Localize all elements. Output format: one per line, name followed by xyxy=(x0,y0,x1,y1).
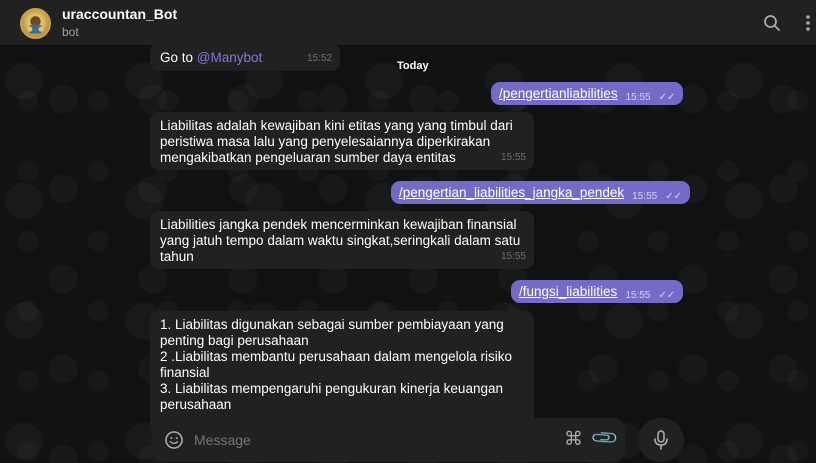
command-link[interactable]: /pengertianliabilities xyxy=(499,86,618,101)
message-time: 15:55 xyxy=(625,92,651,103)
message-input[interactable] xyxy=(194,429,534,451)
message-line: 1. Liabilitas digunakan sebagai sumber p… xyxy=(160,317,504,332)
date-separator: Today xyxy=(397,60,429,72)
incoming-message: Liabilities jangka pendek mencerminkan k… xyxy=(150,211,534,269)
message-line: yang jatuh tempo dalam waktu singkat,ser… xyxy=(160,233,521,248)
microphone-button[interactable] xyxy=(638,418,684,462)
message-line: Liabilitas adalah kewajiban kini etitas … xyxy=(160,118,513,133)
double-check-icon: ✓✓ xyxy=(658,290,676,301)
message-line: perusahaan xyxy=(160,397,232,412)
message-time: 15:52 xyxy=(306,53,332,64)
message-time: 15:55 xyxy=(632,191,658,202)
outgoing-message: /pengertian_liabilities_jangka_pendek 15:… xyxy=(391,181,690,204)
more-vertical-icon[interactable] xyxy=(800,13,816,33)
message-line: mengakibatkan pengeluaran sumber daya en… xyxy=(160,150,456,165)
double-check-icon: ✓✓ xyxy=(658,92,676,103)
outgoing-message: /fungsi_liabilities 15:55 ✓✓ xyxy=(511,280,684,303)
message-line: tahun xyxy=(160,249,194,264)
message-line: penting bagi perusahaan xyxy=(160,333,309,348)
message-time: 15:55 xyxy=(625,290,651,301)
chat-status: bot xyxy=(62,25,79,39)
command-icon[interactable]: ⌘ xyxy=(564,428,583,450)
message-time: 15:55 xyxy=(500,152,526,163)
bot-avatar[interactable] xyxy=(20,8,51,39)
emoji-icon[interactable] xyxy=(164,430,184,450)
message-line: 3. Liabilitas mempengaruhi pengukuran ki… xyxy=(160,381,503,396)
search-icon[interactable] xyxy=(762,13,782,33)
message-line: 2 .Liabilitas membantu perusahaan dalam … xyxy=(160,349,512,364)
message-list[interactable]: Go to @Manybot 15:52 Today /pengertianli… xyxy=(0,45,816,463)
manybot-link[interactable]: @Manybot xyxy=(197,50,262,65)
message-line: Liabilities jangka pendek mencerminkan k… xyxy=(160,217,517,232)
incoming-message: Go to @Manybot 15:52 xyxy=(150,45,340,71)
microphone-icon xyxy=(654,430,668,450)
message-time: 15:55 xyxy=(500,251,526,262)
chat-title[interactable]: uraccountan_Bot xyxy=(62,6,177,22)
command-link[interactable]: /fungsi_liabilities xyxy=(519,284,617,299)
command-link[interactable]: /pengertian_liabilities_jangka_pendek xyxy=(399,185,624,200)
message-line: peristiwa masa lalu yang penyelesaiannya… xyxy=(160,134,491,149)
attach-icon[interactable]: 📎 xyxy=(590,423,621,454)
outgoing-message: /pengertianliabilities 15:55 ✓✓ xyxy=(491,82,684,105)
avatar-illustration-icon xyxy=(27,16,44,34)
chat-header: uraccountan_Bot bot xyxy=(0,0,816,45)
double-check-icon: ✓✓ xyxy=(665,191,682,202)
message-text: Go to xyxy=(160,50,197,65)
message-composer: ⌘ 📎 xyxy=(152,418,625,462)
incoming-message: Liabilitas adalah kewajiban kini etitas … xyxy=(150,112,534,170)
message-line: finansial xyxy=(160,365,210,380)
incoming-message: 1. Liabilitas digunakan sebagai sumber p… xyxy=(150,311,534,431)
